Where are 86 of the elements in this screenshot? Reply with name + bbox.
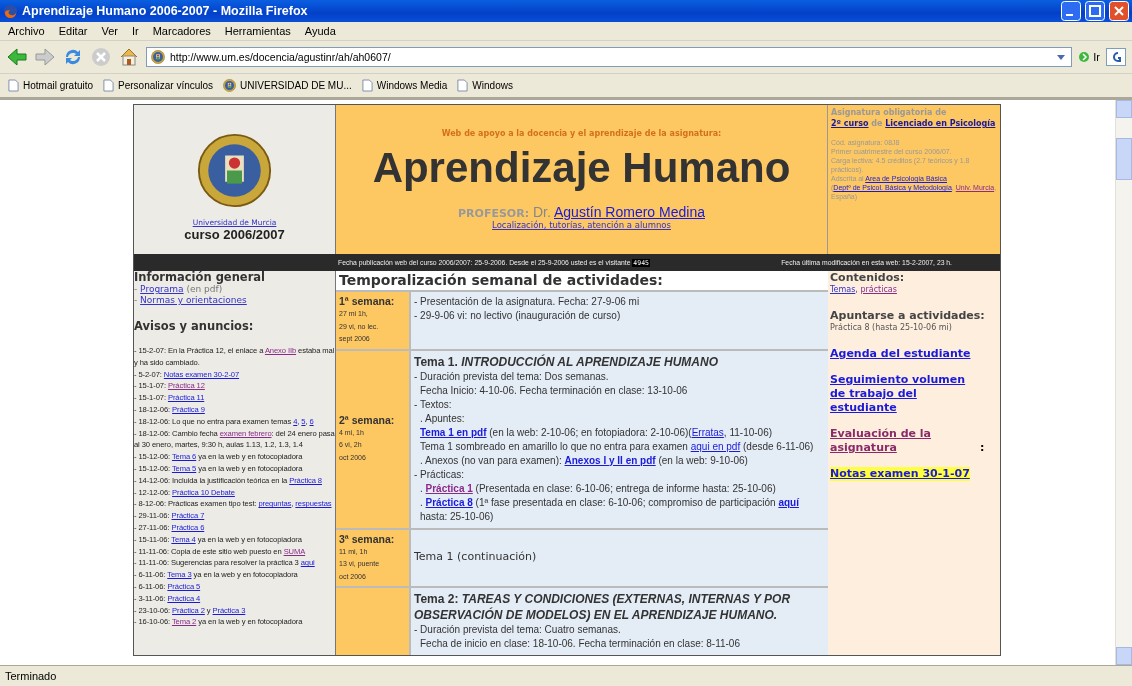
info-link-line: - Programa (en pdf) bbox=[134, 284, 224, 295]
link[interactable]: aqui en pdf bbox=[690, 440, 741, 452]
university-seal-icon bbox=[151, 50, 165, 64]
tagline: Web de apoyo a la docencia y el aprendizaje de la asignatura: bbox=[441, 129, 722, 138]
maximize-icon[interactable] bbox=[1085, 1, 1105, 21]
link[interactable]: Agenda del estudiante bbox=[830, 347, 971, 361]
schedule-line: . Apuntes: bbox=[419, 411, 466, 426]
schedule-text: Tema 1 (continuación) bbox=[414, 550, 538, 565]
schedule-line: - Duración prevista del tema: Dos semanas. bbox=[414, 369, 610, 384]
page-icon bbox=[8, 79, 19, 92]
scrollbar[interactable] bbox=[1115, 100, 1132, 665]
address-field[interactable]: http://www.um.es/docencia/agustinr/ah/ah0607/ bbox=[146, 47, 1073, 67]
link[interactable]: Agustín Romero Medina bbox=[554, 204, 705, 220]
minimize-icon[interactable] bbox=[1061, 1, 1081, 21]
menu-item[interactable]: Ir bbox=[131, 25, 139, 37]
schedule-line: - Duración prevista del tema: Cuatro semanas. bbox=[414, 623, 622, 637]
schedule-line: Tema 1 en pdf (en la web: 2-10-06; en fotopiadora: 2-10-06)(Erratas, 11-10-06) bbox=[419, 425, 774, 440]
page-icon bbox=[103, 79, 115, 92]
site-title: Aprendizaje Humano bbox=[372, 144, 791, 192]
info-link-line: - Normas y orientaciones bbox=[134, 295, 248, 306]
schedule-line: Tema 1 sombreado en amarillo lo que no entra para examen aqui en pdf (desde 6-11-06) bbox=[419, 439, 815, 454]
browser-logo-icon bbox=[3, 3, 18, 19]
section-heading: Apuntarse a actividades: bbox=[830, 309, 986, 322]
link[interactable]: Evaluación de la asignatura bbox=[830, 427, 980, 455]
section-heading: Avisos y anuncios: bbox=[134, 319, 255, 333]
week-label: 1ª semana: bbox=[339, 295, 396, 308]
week-label: 3ª semana: bbox=[339, 532, 396, 546]
sidebar-text: Evaluación de la asignatura : bbox=[830, 427, 986, 455]
sidebar-text: Práctica 8 (hasta 25-10-06 mi) bbox=[830, 322, 953, 333]
link[interactable]: Seguimiento volumen de trabajo del estudiante bbox=[830, 373, 980, 415]
link[interactable]: Normas y orientaciones bbox=[140, 295, 247, 305]
link[interactable]: prácticas bbox=[860, 285, 897, 294]
subject-info: 2º curso de Licenciado en Psicología bbox=[831, 118, 997, 129]
sidebar-text: Temas, prácticas bbox=[830, 284, 898, 295]
schedule-line: - Presentación de la asignatura. Fecha: 27-9-06 mi bbox=[414, 295, 641, 309]
page-icon bbox=[457, 79, 469, 92]
schedule-line: - Textos: bbox=[414, 397, 453, 412]
link[interactable]: Anexos I y II en pdf bbox=[564, 454, 656, 466]
menu-item[interactable]: Ver bbox=[101, 25, 118, 37]
search-engine-icon[interactable] bbox=[1106, 48, 1126, 66]
link[interactable]: 2º curso bbox=[831, 119, 869, 128]
menu-item[interactable]: Archivo bbox=[8, 25, 45, 37]
close-icon[interactable] bbox=[1109, 1, 1129, 21]
back-arrow-icon[interactable] bbox=[6, 46, 28, 68]
university-seal-icon bbox=[197, 133, 272, 208]
menu-item[interactable]: Marcadores bbox=[152, 25, 211, 37]
status-text: Terminado bbox=[0, 665, 1132, 686]
link[interactable]: Práctica 1 bbox=[425, 482, 473, 494]
schedule-line: - Prácticas: bbox=[414, 467, 465, 482]
subject-info: Asignatura obligatoria de bbox=[831, 107, 948, 118]
topic-title: Tema 1. INTRODUCCIÓN AL APRENDIZAJE HUMANO bbox=[414, 353, 720, 370]
contact-link[interactable]: Localización, tutorías, atención a alumnos bbox=[492, 220, 671, 230]
schedule-line: Fecha de inicio en clase: 18-10-06. Fecha terminación en clase: 8-11-06 bbox=[419, 637, 741, 651]
bookmark[interactable]: Hotmail gratuito bbox=[8, 79, 94, 92]
schedule-line: . Práctica 8 (1ª fase presentada en clase: 6-10-06; compromiso de participación aquí hasta: 25-10-06) bbox=[419, 495, 800, 524]
link[interactable]: Licenciado en Psicología bbox=[885, 119, 996, 128]
go-button[interactable]: Ir bbox=[1078, 51, 1100, 63]
bookmark[interactable]: Windows bbox=[457, 79, 513, 92]
schedule-line: Fecha Inicio: 4-10-06. Fecha terminación en clase: 13-10-06 bbox=[419, 383, 689, 398]
link[interactable]: Notas examen 30-1-07 bbox=[830, 467, 970, 480]
section-heading: Información general bbox=[134, 271, 267, 284]
bookmark[interactable]: UNIVERSIDAD DE MU... bbox=[223, 79, 352, 92]
page-icon bbox=[361, 79, 373, 92]
home-icon[interactable] bbox=[118, 46, 140, 68]
link[interactable]: Tema 1 en pdf bbox=[420, 426, 487, 438]
bookmark[interactable]: Windows Media bbox=[361, 79, 448, 92]
course-year: curso 2006/2007 bbox=[184, 227, 285, 242]
schedule-line: . Práctica 1 (Presentada en clase: 6-10-06; entrega de informe hasta: 25-10-06) bbox=[419, 481, 777, 496]
link[interactable]: Programa bbox=[140, 284, 184, 294]
window-title: Aprendizaje Humano 2006-2007 - Mozilla Firefox bbox=[22, 4, 309, 18]
university-seal-icon bbox=[223, 79, 237, 92]
professor-label: PROFESOR: bbox=[458, 207, 530, 220]
link[interactable]: Práctica 8 bbox=[425, 496, 473, 508]
professor-line: PROFESOR: Dr. Agustín Romero Medina bbox=[458, 204, 705, 220]
link[interactable]: aquí bbox=[778, 496, 799, 508]
link[interactable]: Erratas bbox=[691, 426, 724, 438]
menu-item[interactable]: Editar bbox=[58, 25, 88, 37]
menu-item[interactable]: Ayuda bbox=[304, 25, 336, 37]
topic-title: Tema 2: TAREAS Y CONDICIONES (EXTERNAS, INTERNAS Y POR OBSERVACIÓN DE MODELOS) EN EL APRENDIZAJE HUMANO. bbox=[414, 591, 792, 623]
week-label: 2ª semana: bbox=[339, 413, 396, 427]
schedule-line: - 29-9-06 vi: no lectivo (inauguración de curso) bbox=[414, 309, 622, 323]
schedule-heading: Temporalización semanal de actividades: bbox=[338, 271, 664, 290]
bookmark[interactable]: Personalizar vínculos bbox=[103, 79, 214, 92]
menu-item[interactable]: Herramientas bbox=[224, 25, 291, 37]
section-heading: Contenidos: bbox=[830, 271, 906, 284]
schedule-line: . Anexos (no van para examen): Anexos I y II en pdf (en la web: 9-10-06) bbox=[419, 453, 749, 468]
